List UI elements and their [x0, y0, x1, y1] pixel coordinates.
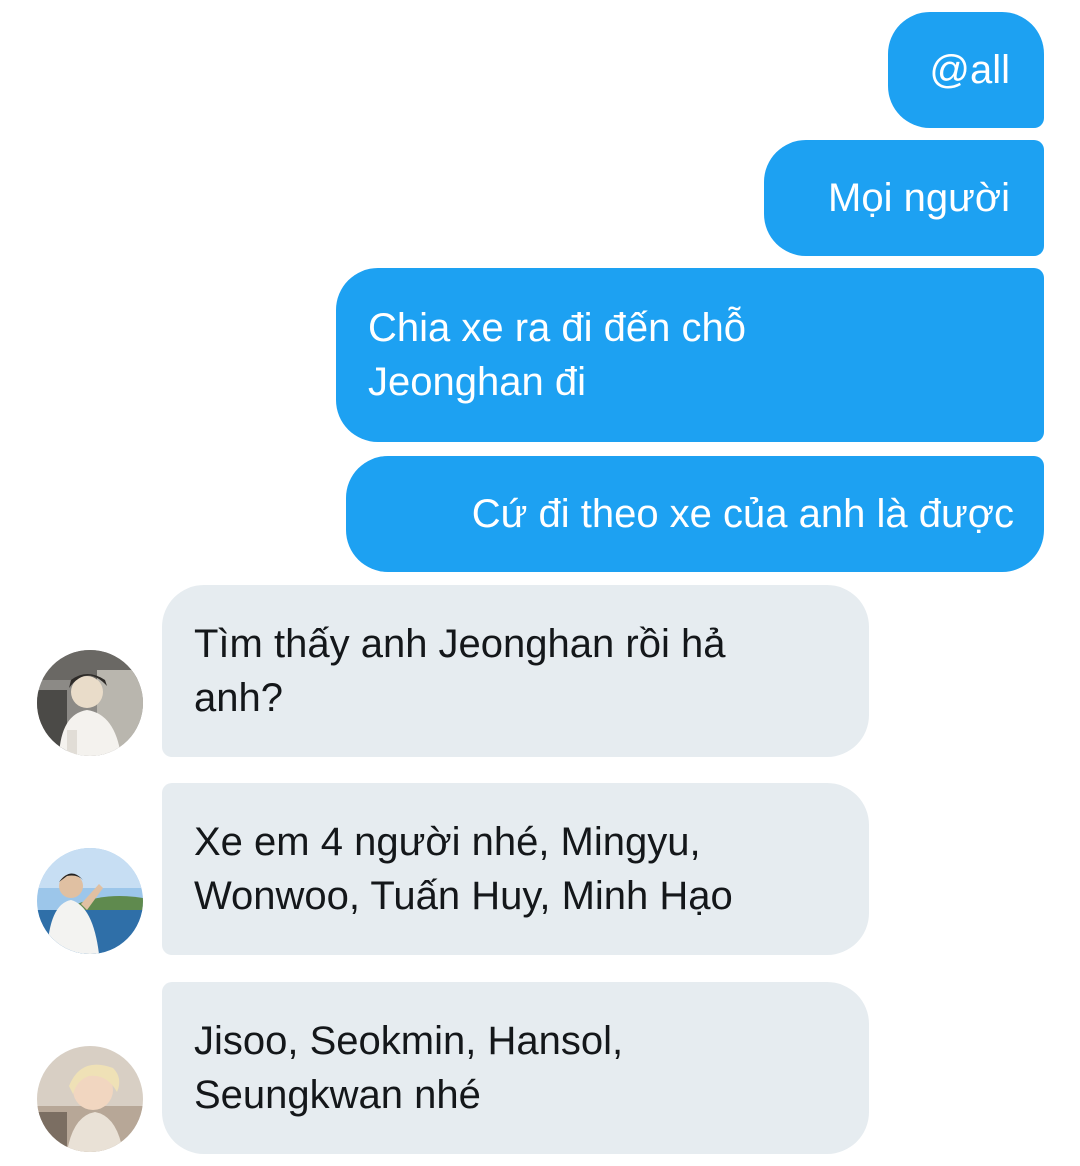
outgoing-message[interactable]: @all: [888, 12, 1044, 128]
message-text-line: Wonwoo, Tuấn Huy, Minh Hạo: [194, 874, 733, 918]
avatar-photo-icon: [37, 650, 143, 756]
message-text-line: Seungkwan nhé: [194, 1073, 481, 1117]
message-text-line: Jisoo, Seokmin, Hansol,: [194, 1019, 624, 1063]
message-text-line: Jeonghan đi: [368, 360, 586, 404]
message-text: Cứ đi theo xe của anh là được: [471, 492, 1014, 536]
user-avatar[interactable]: [37, 650, 143, 756]
incoming-message[interactable]: Xe em 4 người nhé, Mingyu, Wonwoo, Tuấn …: [162, 783, 869, 955]
incoming-message[interactable]: Jisoo, Seokmin, Hansol, Seungkwan nhé: [162, 982, 869, 1154]
outgoing-message[interactable]: Mọi người: [764, 140, 1044, 256]
user-avatar[interactable]: [37, 1046, 143, 1152]
message-text-line: Chia xe ra đi đến chỗ: [368, 306, 747, 350]
incoming-message[interactable]: Tìm thấy anh Jeonghan rồi hả anh?: [162, 585, 869, 757]
message-text-line: Tìm thấy anh Jeonghan rồi hả: [194, 622, 726, 666]
avatar-photo-icon: [37, 1046, 143, 1152]
message-text-line: Xe em 4 người nhé, Mingyu,: [194, 820, 701, 864]
user-avatar[interactable]: [37, 848, 143, 954]
message-text: Mọi người: [828, 176, 1010, 220]
avatar-photo-icon: [37, 848, 143, 954]
outgoing-message[interactable]: Chia xe ra đi đến chỗ Jeonghan đi: [336, 268, 1044, 442]
message-text-line: anh?: [194, 676, 283, 720]
message-text: @all: [929, 48, 1010, 92]
chat-thread: @all Mọi người Chia xe ra đi đến chỗ Jeo…: [0, 0, 1080, 1166]
outgoing-message[interactable]: Cứ đi theo xe của anh là được: [346, 456, 1044, 572]
